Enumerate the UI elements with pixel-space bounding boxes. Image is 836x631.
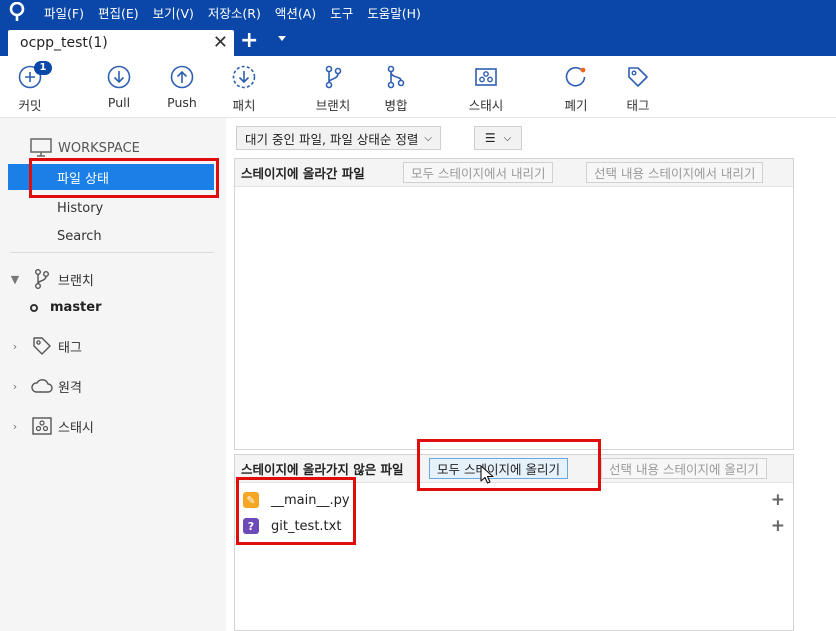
tag-icon — [628, 67, 648, 87]
fetch-icon — [232, 65, 256, 89]
chevron-down-icon[interactable]: ▼ — [0, 273, 30, 286]
tag-icon — [30, 334, 54, 358]
staged-files-panel: 스테이지에 올라간 파일 모두 스테이지에서 내리기 선택 내용 스테이지에서 … — [234, 158, 794, 450]
unstage-selected-button[interactable]: 선택 내용 스테이지에서 내리기 — [586, 162, 764, 183]
sidebar-group-stashes[interactable]: › 스태시 — [0, 414, 94, 438]
add-tab-button[interactable]: + — [240, 28, 258, 53]
branch-item-master[interactable]: master — [30, 300, 102, 315]
branch-label: 브랜치 — [315, 98, 351, 113]
discard-button[interactable]: 폐기 — [548, 64, 604, 114]
stashes-label: 스태시 — [58, 420, 94, 436]
chevron-right-icon[interactable]: › — [0, 340, 30, 353]
staged-panel-title: 스테이지에 올라간 파일 — [241, 166, 365, 181]
chevron-right-icon[interactable]: › — [0, 420, 30, 433]
menu-file[interactable]: 파일(F) — [44, 3, 84, 22]
sourcetree-logo-icon — [0, 0, 34, 24]
chevron-down-icon: ⌵ — [503, 132, 512, 144]
tab-bar: ocpp_test(1) ✕ + — [0, 24, 836, 56]
sidebar-group-branches[interactable]: ▼ 브랜치 — [0, 267, 94, 291]
stage-file-plus-icon[interactable]: + — [771, 516, 785, 536]
unstaged-panel-title: 스테이지에 올라가지 않은 파일 — [241, 462, 404, 477]
cloud-icon — [30, 374, 54, 398]
remotes-label: 원격 — [58, 380, 82, 396]
menu-view[interactable]: 보기(V) — [153, 3, 194, 22]
discard-icon — [565, 66, 586, 87]
chevron-down-icon: ⌵ — [424, 132, 432, 144]
menu-edit[interactable]: 편집(E) — [98, 3, 139, 22]
menu-repository[interactable]: 저장소(R) — [208, 3, 261, 22]
sidebar-divider — [10, 252, 214, 253]
merge-label: 병합 — [384, 98, 408, 113]
discard-label: 폐기 — [564, 98, 588, 113]
staged-panel-header: 스테이지에 올라간 파일 모두 스테이지에서 내리기 선택 내용 스테이지에서 … — [235, 159, 793, 187]
menu-tools[interactable]: 도구 — [330, 3, 353, 22]
merge-icon — [387, 65, 405, 89]
tag-label: 태그 — [626, 98, 650, 113]
tab-repository[interactable]: ocpp_test(1) ✕ — [8, 30, 234, 56]
toolbar: 1 커밋 Pull Push 패치 브랜치 병합 스태시 폐기 태그 — [0, 56, 836, 118]
tag-button[interactable]: 태그 — [610, 64, 666, 114]
branch-icon — [30, 267, 54, 291]
branch-name: master — [50, 300, 102, 315]
workspace-label: WORKSPACE — [58, 140, 140, 156]
push-icon — [170, 65, 194, 89]
chevron-down-icon[interactable] — [278, 36, 286, 41]
close-icon[interactable]: ✕ — [213, 32, 228, 53]
sidebar-group-tags[interactable]: › 태그 — [0, 334, 82, 358]
highlight-box-files — [236, 477, 356, 545]
commit-count-badge: 1 — [34, 61, 52, 75]
mouse-cursor-icon — [480, 465, 494, 484]
current-branch-dot-icon — [30, 303, 38, 312]
view-options-dropdown[interactable]: ☰ ⌵ — [474, 126, 522, 150]
stage-selected-button[interactable]: 선택 내용 스테이지에 올리기 — [601, 458, 767, 479]
pull-icon — [107, 65, 131, 89]
pull-label: Pull — [107, 95, 131, 110]
sidebar-item-history[interactable]: History — [8, 195, 214, 221]
stash-label: 스태시 — [468, 98, 504, 113]
menu-bar: 파일(F) 편집(E) 보기(V) 저장소(R) 액션(A) 도구 도움말(H) — [0, 0, 836, 24]
sidebar-item-search[interactable]: Search — [8, 223, 214, 249]
fetch-button[interactable]: 패치 — [216, 64, 272, 114]
main-panel: 대기 중인 파일, 파일 상태순 정렬 ⌵ ☰ ⌵ 스테이지에 올라간 파일 모… — [234, 118, 794, 631]
merge-button[interactable]: 병합 — [368, 64, 424, 114]
menu-help[interactable]: 도움말(H) — [367, 3, 421, 22]
commit-button[interactable]: 1 커밋 — [2, 61, 58, 114]
list-menu-icon: ☰ — [484, 131, 496, 145]
stash-icon — [30, 414, 54, 438]
sort-dropdown[interactable]: 대기 중인 파일, 파일 상태순 정렬 ⌵ — [236, 126, 441, 150]
monitor-icon — [30, 138, 52, 157]
unstage-all-button[interactable]: 모두 스테이지에서 내리기 — [403, 162, 554, 183]
push-button[interactable]: Push — [154, 64, 210, 110]
branch-button[interactable]: 브랜치 — [305, 64, 361, 114]
workspace-header: WORKSPACE — [30, 138, 140, 158]
stash-button[interactable]: 스태시 — [458, 64, 514, 114]
stage-file-plus-icon[interactable]: + — [771, 490, 785, 510]
sidebar-group-remotes[interactable]: › 원격 — [0, 374, 82, 398]
pull-button[interactable]: Pull — [91, 64, 147, 110]
menu-actions[interactable]: 액션(A) — [275, 3, 316, 22]
branch-icon — [325, 65, 342, 89]
commit-label: 커밋 — [18, 98, 42, 113]
tab-title: ocpp_test(1) — [20, 35, 108, 51]
chevron-right-icon[interactable]: › — [0, 380, 30, 393]
tags-label: 태그 — [58, 340, 82, 356]
stash-icon — [475, 68, 497, 86]
highlight-box-stage-all — [417, 439, 601, 491]
push-label: Push — [167, 95, 197, 110]
fetch-label: 패치 — [232, 98, 256, 113]
sort-dropdown-value: 대기 중인 파일, 파일 상태순 정렬 — [245, 131, 419, 147]
highlight-box-file-status — [29, 158, 219, 198]
branches-label: 브랜치 — [58, 273, 94, 289]
